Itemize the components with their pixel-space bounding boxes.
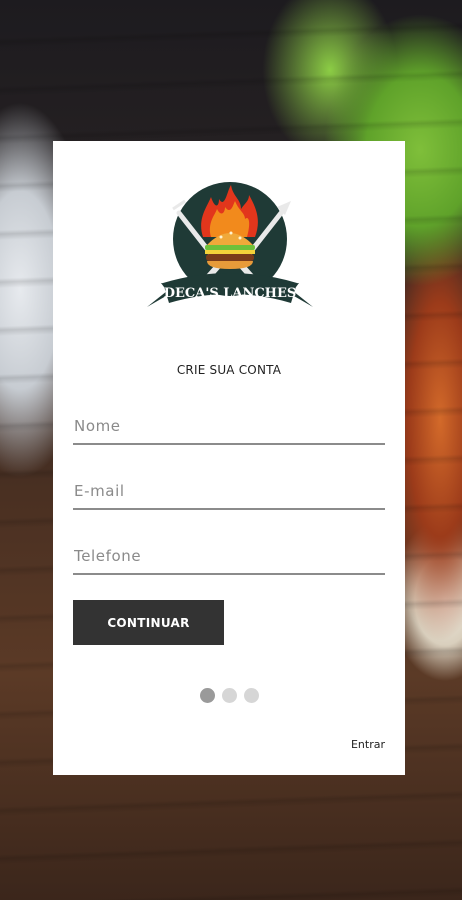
phone-input[interactable] [73, 539, 385, 573]
brand-logo: DECA'S LANCHES [147, 182, 313, 307]
email-field[interactable] [73, 474, 385, 510]
page-dot-1[interactable] [199, 688, 215, 703]
page-title: CRIE SUA CONTA [176, 363, 282, 377]
brand-logo-text: DECA'S LANCHES [164, 286, 297, 301]
signup-card: DECA'S LANCHES CRIE SUA CONTA CONTINUAR … [53, 141, 405, 775]
page-dot-2[interactable] [221, 688, 237, 703]
continue-button[interactable]: CONTINUAR [73, 600, 224, 645]
login-link[interactable]: Entrar [351, 738, 385, 751]
name-input[interactable] [73, 409, 385, 443]
page-dot-3[interactable] [243, 688, 259, 703]
name-field[interactable] [73, 409, 385, 445]
phone-field[interactable] [73, 539, 385, 575]
page-indicator [53, 688, 405, 703]
email-input[interactable] [73, 474, 385, 508]
